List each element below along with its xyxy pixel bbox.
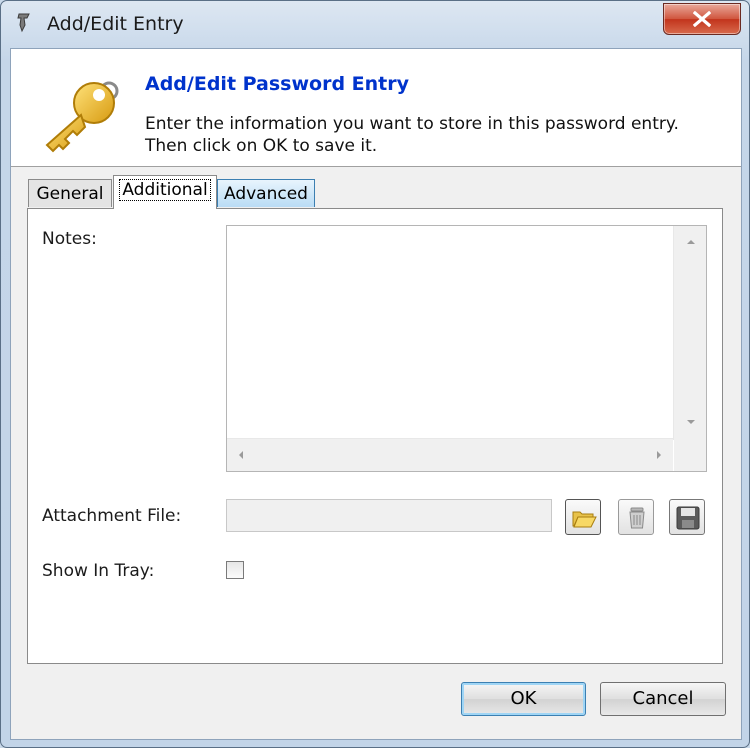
- delete-attachment-button[interactable]: [618, 499, 654, 535]
- show-in-tray-checkbox[interactable]: [226, 561, 244, 579]
- notes-horizontal-scrollbar[interactable]: [227, 438, 673, 471]
- save-attachment-button[interactable]: [669, 499, 705, 535]
- tab-additional-label: Additional: [119, 179, 211, 201]
- tab-additional[interactable]: Additional: [113, 175, 217, 209]
- scroll-corner: [674, 439, 706, 471]
- header-title: Add/Edit Password Entry: [145, 73, 410, 95]
- header-description-line: Then click on OK to save it.: [145, 136, 378, 156]
- notes-vertical-scrollbar[interactable]: [673, 226, 706, 440]
- notes-textarea[interactable]: [226, 225, 707, 472]
- title-bar[interactable]: Add/Edit Entry: [1, 1, 749, 47]
- ok-button[interactable]: OK: [461, 682, 586, 716]
- header-description: Enter the information you want to store …: [145, 113, 679, 157]
- header-description-line: Enter the information you want to store …: [145, 114, 679, 134]
- dialog-header: Add/Edit Password Entry Enter the inform…: [11, 49, 741, 167]
- show-in-tray-label: Show In Tray:: [42, 561, 155, 581]
- notes-label: Notes:: [42, 229, 97, 249]
- attachment-label: Attachment File:: [42, 506, 182, 526]
- close-button[interactable]: [663, 3, 741, 35]
- save-disk-icon: [676, 506, 700, 530]
- window-title: Add/Edit Entry: [47, 13, 184, 35]
- close-icon: [693, 11, 711, 27]
- tab-general[interactable]: General: [28, 179, 112, 207]
- scroll-left-icon[interactable]: [239, 451, 243, 459]
- app-logo-icon: [17, 13, 30, 33]
- trash-icon: [629, 507, 645, 529]
- attachment-file-field[interactable]: [226, 499, 552, 532]
- cancel-button[interactable]: Cancel: [600, 682, 726, 716]
- tab-advanced[interactable]: Advanced: [217, 179, 315, 207]
- additional-tab-panel: Notes: Attachment File: Show In Tray:: [27, 208, 723, 664]
- scroll-down-icon[interactable]: [687, 420, 695, 424]
- open-attachment-button[interactable]: [565, 499, 601, 535]
- key-icon: [45, 81, 119, 153]
- scroll-up-icon[interactable]: [687, 240, 695, 244]
- scroll-right-icon[interactable]: [657, 451, 661, 459]
- dialog-client: Add/Edit Password Entry Enter the inform…: [10, 48, 742, 740]
- dialog-window: Add/Edit Entry Add/Edit Password Entry E…: [0, 0, 750, 748]
- open-folder-icon: [572, 511, 597, 528]
